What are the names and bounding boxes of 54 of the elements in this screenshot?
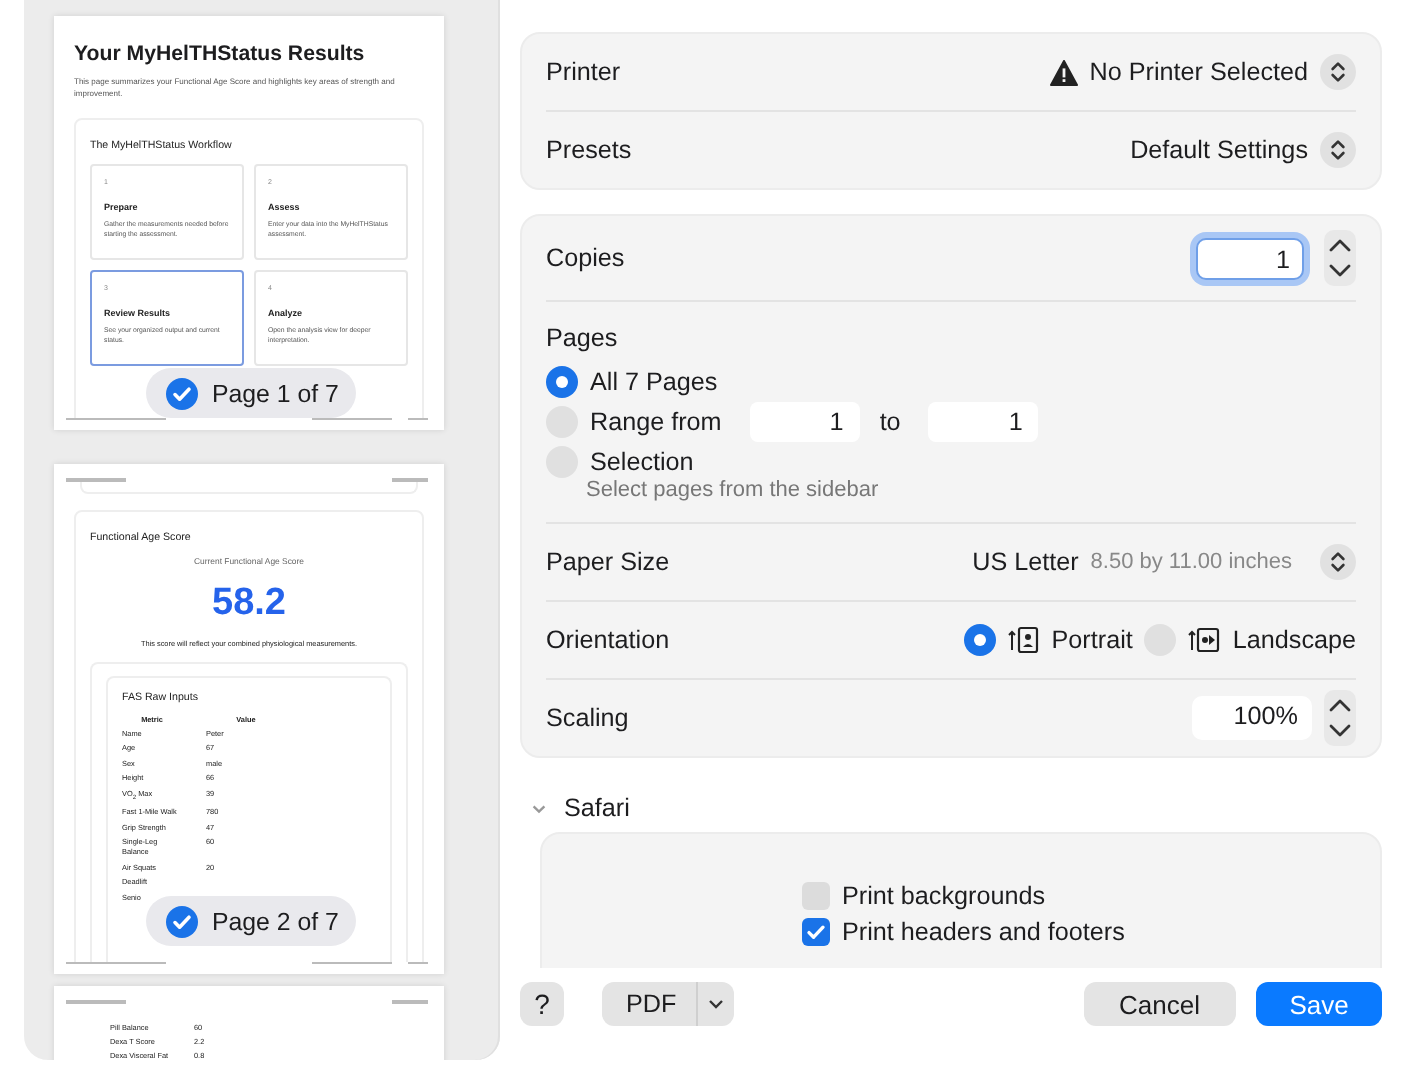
landscape-icon xyxy=(1188,626,1221,654)
radio-label: Selection xyxy=(590,448,694,476)
pages-label: Pages xyxy=(546,324,620,352)
page-footer-line xyxy=(66,961,166,964)
cancel-button[interactable]: Cancel xyxy=(1083,982,1236,1026)
page-badge[interactable]: Page 1 of 7 xyxy=(146,368,356,418)
paper-size-popup[interactable]: US Letter xyxy=(972,548,1079,576)
printer-label: Printer xyxy=(546,58,623,86)
radio-button[interactable] xyxy=(963,624,996,656)
orientation-label: Landscape xyxy=(1232,626,1356,654)
radio-label: Range from xyxy=(590,408,722,436)
stepper-icon[interactable] xyxy=(1324,230,1356,286)
orientation-label: Portrait xyxy=(1051,626,1133,654)
page-footer-line xyxy=(66,417,166,420)
page-header-line xyxy=(66,1000,126,1003)
stepper-icon[interactable] xyxy=(1320,544,1356,580)
copies-label: Copies xyxy=(546,244,627,272)
score-value: 58.2 xyxy=(210,581,288,625)
portrait-icon xyxy=(1007,626,1040,654)
range-from-field[interactable]: 1 xyxy=(749,402,860,442)
stepper-icon[interactable] xyxy=(1320,132,1356,168)
checkbox[interactable] xyxy=(802,882,830,910)
section-header: Safari xyxy=(564,794,630,822)
page-title: Your MyHelTHStatus Results xyxy=(74,42,367,66)
page-thumbnail[interactable] xyxy=(54,464,444,974)
stepper-icon[interactable] xyxy=(1324,690,1356,746)
page-header-line xyxy=(66,478,126,481)
page-footer-line xyxy=(408,961,428,964)
option-hint: Select pages from the sidebar xyxy=(586,478,881,502)
checkbox-label: Print backgrounds xyxy=(842,882,1046,910)
range-to-label: to xyxy=(879,408,901,436)
save-button[interactable]: Save xyxy=(1256,982,1382,1026)
help-button[interactable]: ? xyxy=(520,982,564,1026)
printer-popup[interactable]: No Printer Selected xyxy=(1089,58,1308,86)
page-footer-line xyxy=(312,961,392,964)
orientation-label: Orientation xyxy=(546,626,672,654)
paper-dimensions: 8.50 by 11.00 inches xyxy=(1090,550,1292,574)
checkbox[interactable] xyxy=(802,918,830,946)
presets-label: Presets xyxy=(546,136,634,164)
range-to-field[interactable]: 1 xyxy=(928,402,1039,442)
radio-label: All 7 Pages xyxy=(590,368,718,396)
page-header-line xyxy=(392,1000,428,1003)
paper-size-label: Paper Size xyxy=(546,548,672,576)
page-badge[interactable]: Page 2 of 7 xyxy=(146,896,356,946)
scaling-label: Scaling xyxy=(546,704,631,732)
radio-button[interactable] xyxy=(546,366,578,398)
page-thumbnail[interactable] xyxy=(54,16,444,430)
scaling-field[interactable]: 100% xyxy=(1192,696,1312,740)
page-footer-line xyxy=(408,417,428,420)
checkbox-label: Print headers and footers xyxy=(842,918,1125,946)
presets-popup[interactable]: Default Settings xyxy=(1130,136,1308,164)
stepper-icon[interactable] xyxy=(1320,54,1356,90)
pdf-menu-button[interactable]: PDF xyxy=(602,982,735,1026)
page-header-line xyxy=(392,478,428,481)
